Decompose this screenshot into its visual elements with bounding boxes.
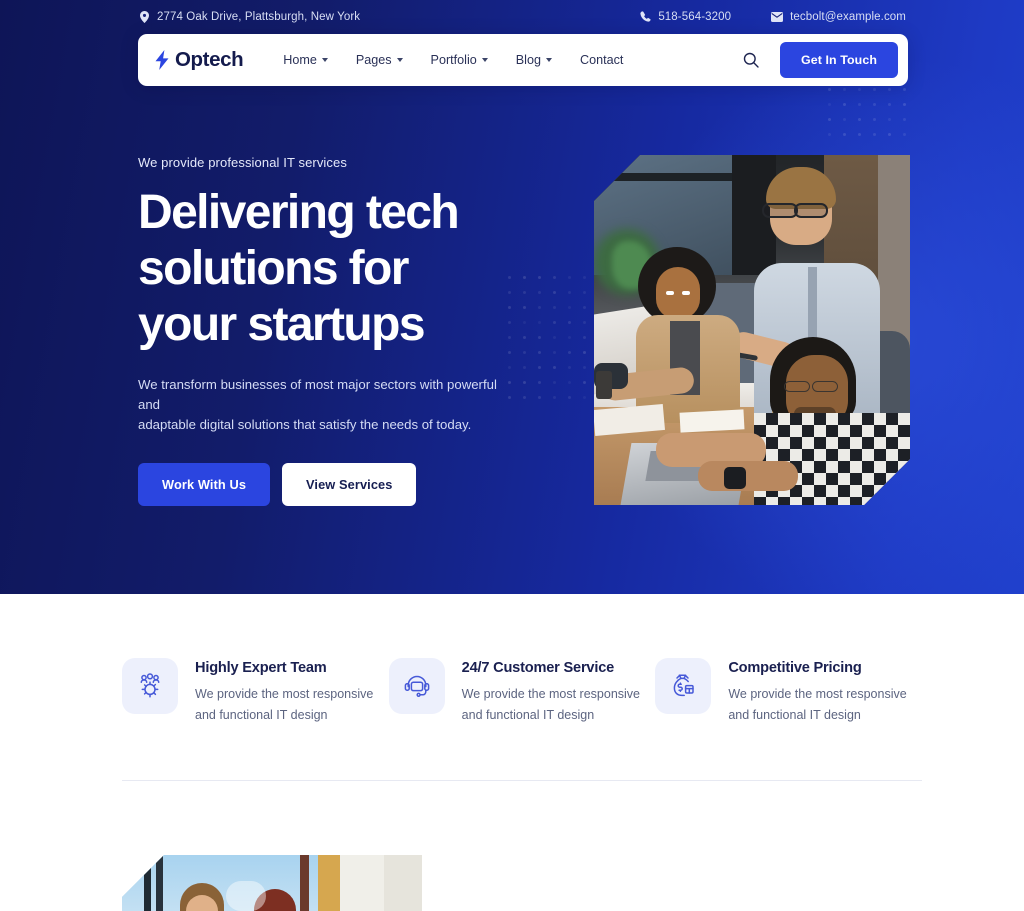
- bottom-section-image: [122, 855, 422, 911]
- feature-card-customer-service[interactable]: 24/7 Customer Service We provide the mos…: [389, 658, 656, 726]
- logo-text: Optech: [175, 48, 243, 72]
- feature-text: We provide the most responsive and funct…: [195, 684, 373, 726]
- envelope-icon: [771, 11, 783, 23]
- hero-image: [594, 155, 910, 505]
- dot-grid-decoration-navbar: [828, 88, 920, 134]
- money-bag-icon: [655, 658, 711, 714]
- nav-item-blog[interactable]: Blog: [502, 47, 566, 73]
- feature-title: 24/7 Customer Service: [462, 660, 640, 676]
- feature-title: Competitive Pricing: [728, 660, 906, 676]
- nav-item-pages[interactable]: Pages: [342, 47, 417, 73]
- nav-item-label: Contact: [580, 53, 623, 67]
- feature-card-competitive-pricing[interactable]: Competitive Pricing We provide the most …: [655, 658, 922, 726]
- hero-eyebrow: We provide professional IT services: [138, 155, 558, 170]
- nav-item-label: Home: [283, 53, 317, 67]
- office-window-people-photo: [122, 855, 422, 911]
- phone-text: 518-564-3200: [658, 11, 731, 23]
- chevron-down-icon: [546, 58, 552, 62]
- feature-text: We provide the most responsive and funct…: [728, 684, 906, 726]
- hero-subtitle: We transform businesses of most major se…: [138, 375, 510, 435]
- hero-cta-group: Work With Us View Services: [138, 463, 558, 506]
- chevron-down-icon: [397, 58, 403, 62]
- get-in-touch-button[interactable]: Get In Touch: [780, 42, 898, 78]
- features-section: Highly Expert Team We provide the most r…: [0, 594, 1024, 911]
- lightning-bolt-icon: [154, 50, 170, 70]
- nav-item-portfolio[interactable]: Portfolio: [417, 47, 502, 73]
- view-services-button[interactable]: View Services: [282, 463, 416, 506]
- search-icon[interactable]: [738, 47, 764, 73]
- nav-item-contact[interactable]: Contact: [566, 47, 637, 73]
- main-navbar: Optech Home Pages Portfolio Blog Contact: [138, 34, 908, 86]
- nav-item-label: Blog: [516, 53, 541, 67]
- page-title: Delivering tech solutions for your start…: [138, 185, 558, 353]
- hero-section: 2774 Oak Drive, Plattsburgh, New York 51…: [0, 0, 1024, 594]
- work-with-us-button[interactable]: Work With Us: [138, 463, 270, 506]
- hero-content: We provide professional IT services Deli…: [138, 155, 558, 506]
- chevron-down-icon: [322, 58, 328, 62]
- nav-item-label: Pages: [356, 53, 392, 67]
- section-divider: [122, 780, 922, 781]
- feature-card-expert-team[interactable]: Highly Expert Team We provide the most r…: [122, 658, 389, 726]
- chevron-down-icon: [482, 58, 488, 62]
- address-item: 2774 Oak Drive, Plattsburgh, New York: [138, 11, 360, 23]
- feature-text: We provide the most responsive and funct…: [462, 684, 640, 726]
- people-gear-icon: [122, 658, 178, 714]
- map-pin-icon: [138, 11, 150, 23]
- phone-icon: [639, 11, 651, 23]
- nav-item-home[interactable]: Home: [269, 47, 342, 73]
- team-collaboration-photo: [594, 155, 910, 505]
- address-text: 2774 Oak Drive, Plattsburgh, New York: [157, 11, 360, 23]
- email-item[interactable]: tecbolt@example.com: [771, 11, 906, 23]
- nav-links: Home Pages Portfolio Blog Contact: [269, 47, 637, 73]
- nav-item-label: Portfolio: [431, 53, 477, 67]
- feature-title: Highly Expert Team: [195, 660, 373, 676]
- email-text: tecbolt@example.com: [790, 11, 906, 23]
- headset-support-icon: [389, 658, 445, 714]
- top-contact-bar: 2774 Oak Drive, Plattsburgh, New York 51…: [0, 0, 1024, 33]
- logo[interactable]: Optech: [154, 48, 243, 72]
- features-row: Highly Expert Team We provide the most r…: [122, 658, 922, 726]
- phone-item[interactable]: 518-564-3200: [639, 11, 731, 23]
